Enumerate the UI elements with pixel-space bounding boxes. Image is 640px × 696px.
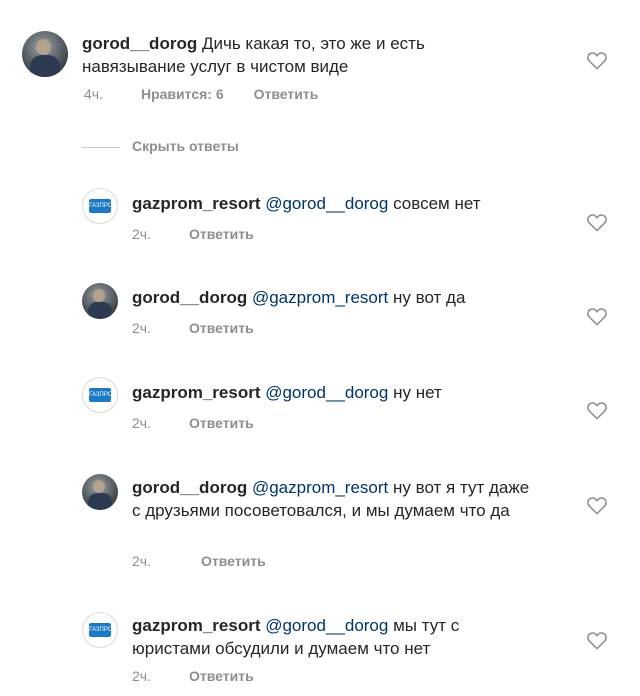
gazprom-logo-icon: ГАЗПРОМ bbox=[89, 199, 117, 213]
reply-button[interactable]: Ответить bbox=[189, 668, 254, 684]
mention-link[interactable]: @gorod__dorog bbox=[265, 194, 388, 213]
gazprom-logo-icon: ГАЗПРОМ bbox=[89, 388, 117, 402]
comment-body: gorod__dorog @gazprom_resort ну вот да bbox=[132, 286, 562, 309]
comment-body: gazprom_resort @gorod__dorog ну нет bbox=[132, 381, 562, 404]
heart-icon[interactable] bbox=[586, 400, 608, 420]
reply-button[interactable]: Ответить bbox=[189, 226, 254, 242]
comment-text: ну нет bbox=[393, 383, 442, 402]
heart-icon[interactable] bbox=[586, 630, 608, 650]
heart-icon[interactable] bbox=[586, 495, 608, 515]
avatar[interactable]: ГАЗПРОМ bbox=[82, 377, 118, 413]
comment-time: 2ч. bbox=[132, 668, 151, 684]
comment-time: 2ч. bbox=[132, 553, 151, 569]
comment-time: 4ч. bbox=[84, 86, 103, 102]
comment-meta: 4ч. Нравится: 6 Ответить bbox=[84, 86, 318, 102]
comment-meta: 2ч. Ответить bbox=[132, 415, 254, 431]
avatar[interactable] bbox=[82, 283, 118, 319]
comment-meta: 2ч. Ответить bbox=[132, 320, 254, 336]
gazprom-logo-icon: ГАЗПРОМ bbox=[89, 623, 117, 637]
comment-username[interactable]: gorod__dorog bbox=[82, 34, 197, 53]
comment-body: gorod__dorog @gazprom_resort ну вот я ту… bbox=[132, 476, 542, 522]
comment-text: совсем нет bbox=[393, 194, 481, 213]
avatar[interactable] bbox=[82, 474, 118, 510]
comment-username[interactable]: gorod__dorog bbox=[132, 288, 247, 307]
reply-button[interactable]: Ответить bbox=[254, 86, 319, 102]
mention-link[interactable]: @gazprom_resort bbox=[252, 478, 388, 497]
comment-meta: 2ч. Ответить bbox=[132, 226, 254, 242]
likes-count[interactable]: Нравится: 6 bbox=[141, 86, 224, 102]
comment-username[interactable]: gazprom_resort bbox=[132, 383, 260, 402]
avatar[interactable] bbox=[22, 31, 68, 77]
comment-username[interactable]: gazprom_resort bbox=[132, 616, 260, 635]
comment-username[interactable]: gazprom_resort bbox=[132, 194, 260, 213]
hide-replies-label[interactable]: Скрыть ответы bbox=[132, 138, 239, 154]
mention-link[interactable]: @gorod__dorog bbox=[265, 616, 388, 635]
mention-link[interactable]: @gorod__dorog bbox=[265, 383, 388, 402]
comment-time: 2ч. bbox=[132, 415, 151, 431]
comment-meta: 2ч. Ответить bbox=[132, 668, 254, 684]
comment-body: gazprom_resort @gorod__dorog мы тут с юр… bbox=[132, 614, 532, 660]
comment-time: 2ч. bbox=[132, 320, 151, 336]
heart-icon[interactable] bbox=[586, 212, 608, 232]
hide-replies-divider bbox=[82, 147, 120, 148]
reply-button[interactable]: Ответить bbox=[189, 320, 254, 336]
reply-button[interactable]: Ответить bbox=[201, 553, 266, 569]
comment-username[interactable]: gorod__dorog bbox=[132, 478, 247, 497]
comment-text: ну вот да bbox=[393, 288, 466, 307]
mention-link[interactable]: @gazprom_resort bbox=[252, 288, 388, 307]
avatar[interactable]: ГАЗПРОМ bbox=[82, 188, 118, 224]
comment-meta: 2ч. Ответить bbox=[132, 553, 266, 569]
heart-icon[interactable] bbox=[586, 306, 608, 326]
heart-icon[interactable] bbox=[586, 50, 608, 70]
avatar[interactable]: ГАЗПРОМ bbox=[82, 612, 118, 648]
comment-body: gorod__dorog Дичь какая то, это же и ест… bbox=[82, 32, 522, 78]
comment-body: gazprom_resort @gorod__dorog совсем нет bbox=[132, 192, 562, 215]
reply-button[interactable]: Ответить bbox=[189, 415, 254, 431]
comment-time: 2ч. bbox=[132, 226, 151, 242]
